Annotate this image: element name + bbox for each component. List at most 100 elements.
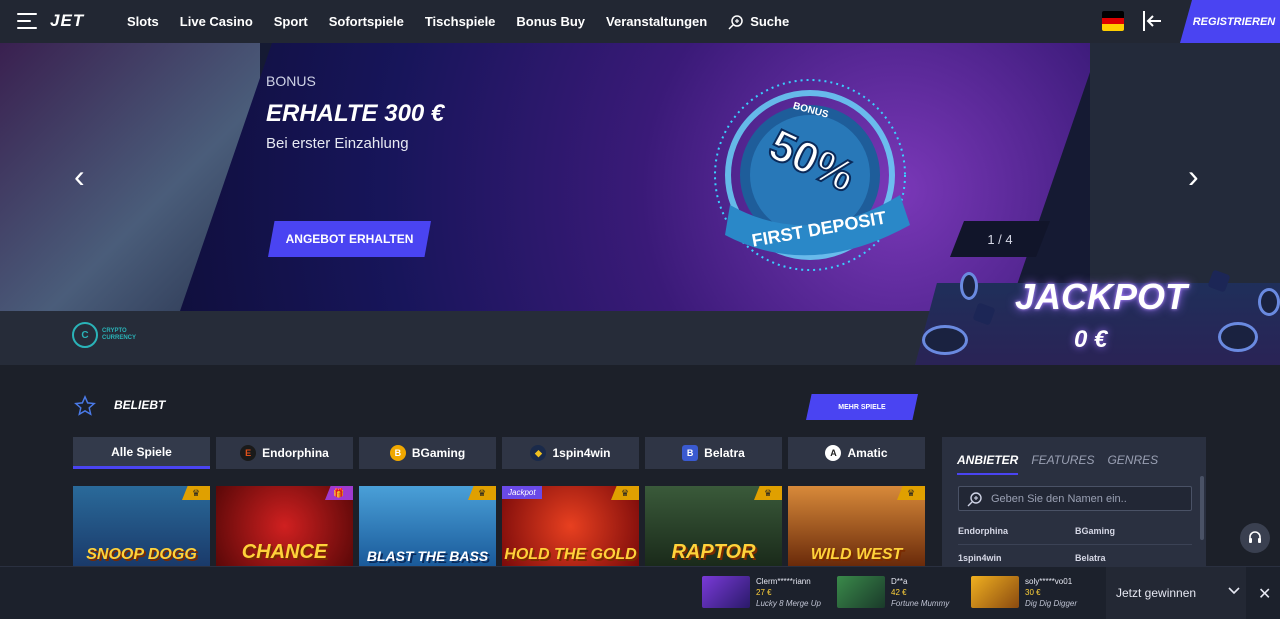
provider-search-input[interactable]: Geben Sie den Namen ein.. (958, 486, 1192, 511)
jackpot-title: JACKPOT (1015, 276, 1188, 317)
provider-item[interactable]: Belatra (1075, 553, 1192, 563)
tab-features[interactable]: FEATURES (1031, 453, 1094, 475)
winner-game: Lucky 8 Merge Up (756, 599, 821, 608)
jackpot-badge: Jackpot (502, 486, 542, 499)
search-placeholder: Geben Sie den Namen ein.. (991, 492, 1127, 505)
filter-belatra[interactable]: B Belatra (645, 437, 782, 469)
win-now-toggle[interactable]: Jetzt gewinnen (1106, 567, 1246, 619)
menu-icon[interactable] (17, 13, 37, 29)
nav-sofortspiele[interactable]: Sofortspiele (329, 14, 404, 29)
provider-item[interactable]: Endorphina (958, 526, 1075, 536)
nav-tischspiele[interactable]: Tischspiele (425, 14, 496, 29)
support-headset-icon[interactable] (1240, 523, 1270, 553)
bonus-badge-image: BONUS 50% FIRST DEPOSIT (714, 79, 910, 271)
jackpot-value: 0 € (1074, 326, 1108, 353)
hero-slide[interactable] (180, 43, 1100, 311)
winner-game-thumb (702, 576, 750, 608)
crown-icon: ♛ (468, 486, 496, 500)
next-slide-preview (1090, 43, 1280, 311)
filter-label: 1spin4win (552, 446, 611, 460)
panel-tabs: ANBIETER FEATURES GENRES (957, 453, 1158, 475)
search-icon (967, 491, 982, 506)
winner-game-thumb (837, 576, 885, 608)
game-tile[interactable]: ♛ WILD WEST (788, 486, 925, 566)
filter-1spin4win[interactable]: ◆ 1spin4win (502, 437, 639, 469)
close-icon[interactable]: ✕ (1258, 584, 1271, 604)
crown-icon: ♛ (182, 486, 210, 500)
slide-pager: 1 / 4 (950, 221, 1050, 257)
nav-live-casino[interactable]: Live Casino (180, 14, 253, 29)
endorphina-icon: E (240, 445, 257, 461)
game-tile[interactable]: Jackpot ♛ HOLD THE GOLD (502, 486, 639, 566)
nav-veranstaltungen[interactable]: Veranstaltungen (606, 14, 707, 29)
filter-amatic[interactable]: A Amatic (788, 437, 925, 469)
chevron-down-icon (1228, 587, 1240, 595)
game-tile[interactable]: ♛ BLAST THE BASS (359, 486, 496, 566)
hero-prev-arrow-icon[interactable]: ‹ (74, 160, 85, 192)
game-tile[interactable]: ♛ SNOOP DOGG (73, 486, 210, 566)
nav-search-label: Suche (750, 14, 790, 29)
provider-item[interactable]: BGaming (1075, 526, 1192, 536)
nav-slots[interactable]: Slots (127, 14, 159, 29)
language-flag-icon[interactable] (1102, 11, 1124, 31)
star-icon (74, 395, 96, 416)
logo[interactable]: JET (50, 11, 84, 31)
winner-amount: 27 € (756, 588, 772, 597)
game-title: HOLD THE GOLD (504, 546, 637, 563)
1spin4win-icon: ◆ (530, 445, 547, 461)
filter-all-games[interactable]: Alle Spiele (73, 437, 210, 469)
game-title: CHANCE (241, 541, 328, 563)
get-offer-button[interactable]: ANGEBOT ERHALTEN (268, 221, 431, 257)
casino-chip-icon (1218, 322, 1258, 352)
win-now-label: Jetzt gewinnen (1116, 586, 1197, 600)
game-title: WILD WEST (810, 546, 903, 563)
amatic-icon: A (825, 445, 842, 461)
crypto-label-2: CURRENCY (102, 335, 137, 341)
crypto-currency-logo: C CRYPTO CURRENCY (72, 322, 136, 348)
provider-item[interactable]: 1spin4win (958, 553, 1075, 563)
casino-chip-icon (922, 325, 968, 355)
login-icon[interactable] (1142, 10, 1162, 32)
game-title: RAPTOR (671, 541, 756, 563)
tab-genres[interactable]: GENRES (1107, 453, 1158, 475)
winner-item[interactable]: Clerm*****riann 27 € Lucky 8 Merge Up (702, 576, 821, 609)
nav-bonus-buy[interactable]: Bonus Buy (516, 14, 585, 29)
game-title: BLAST THE BASS (366, 548, 489, 564)
winner-game-thumb (971, 576, 1019, 608)
casino-chip-icon (1258, 288, 1280, 316)
section-title: BELIEBT (114, 398, 166, 412)
hero-next-arrow-icon[interactable]: › (1188, 160, 1199, 192)
winner-game: Fortune Mummy (891, 599, 950, 608)
crown-icon: ♛ (754, 486, 782, 500)
winner-user: soly*****vo01 (1025, 577, 1073, 586)
winner-item[interactable]: D**a 42 € Fortune Mummy (837, 576, 949, 609)
bgaming-icon: B (389, 445, 406, 461)
filter-label: Belatra (704, 446, 745, 460)
game-tile[interactable]: 🎁 CHANCE (216, 486, 353, 566)
gift-icon: 🎁 (325, 486, 353, 500)
winner-user: D**a (891, 577, 908, 586)
filter-endorphina[interactable]: E Endorphina (216, 437, 353, 469)
filter-label: Amatic (847, 446, 888, 460)
panel-scrollbar[interactable] (1200, 476, 1204, 540)
tab-anbieter[interactable]: ANBIETER (957, 453, 1019, 475)
recent-winners-bar (0, 566, 1280, 619)
top-bar: JET Slots Live Casino Sport Sofortspiele… (0, 0, 1280, 43)
nav-sport[interactable]: Sport (274, 14, 308, 29)
more-games-button[interactable]: MEHR SPIELE (806, 394, 918, 420)
crypto-label-1: CRYPTO (102, 328, 127, 334)
nav-search[interactable]: Suche (728, 14, 789, 30)
hero-tag: BONUS (266, 73, 316, 89)
provider-list: Endorphina BGaming 1spin4win Belatra (958, 518, 1192, 572)
winner-amount: 30 € (1025, 588, 1041, 597)
belatra-icon: B (682, 445, 699, 461)
hero-banner (0, 43, 1280, 311)
winner-item[interactable]: soly*****vo01 30 € Dig Dig Digger (971, 576, 1077, 609)
filter-bgaming[interactable]: B BGaming (359, 437, 496, 469)
filter-label: BGaming (411, 446, 466, 460)
crypto-icon: C (72, 322, 98, 348)
hero-title: ERHALTE 300 € (266, 100, 445, 127)
game-tile[interactable]: ♛ RAPTOR (645, 486, 782, 566)
crown-icon: ♛ (611, 486, 639, 500)
register-button[interactable]: REGISTRIEREN (1180, 0, 1280, 43)
